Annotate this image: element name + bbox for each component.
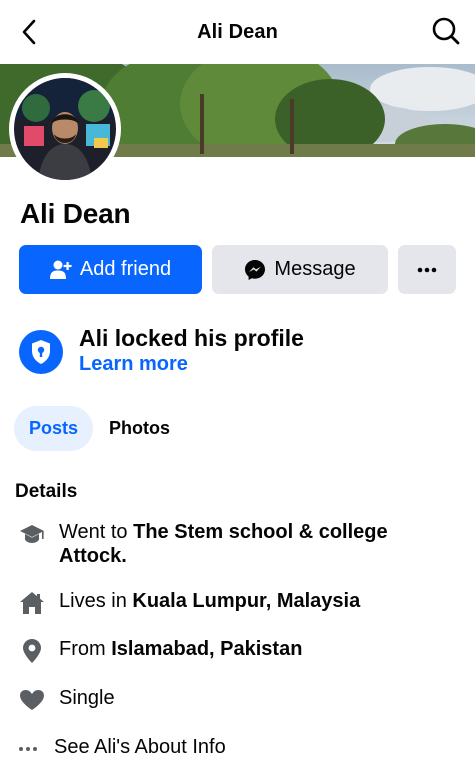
from-prefix: From: [59, 638, 112, 660]
detail-from: From Islamabad, Pakistan: [18, 637, 458, 665]
details-heading: Details: [15, 481, 78, 502]
add-person-icon: [49, 260, 72, 280]
search-button[interactable]: [429, 14, 463, 48]
tab-posts[interactable]: Posts: [14, 406, 94, 451]
message-label: Message: [274, 258, 356, 280]
detail-lives-in: Lives in Kuala Lumpur, Malaysia: [18, 589, 458, 617]
home-icon: [18, 589, 46, 617]
learn-more-link[interactable]: Learn more: [79, 353, 188, 376]
message-button[interactable]: Message: [212, 245, 388, 294]
profile-name: Ali Dean: [20, 198, 131, 229]
tab-photos[interactable]: Photos: [103, 406, 176, 451]
detail-education: Went to The Stem school & college Attock…: [18, 520, 458, 568]
profile-avatar[interactable]: [9, 73, 121, 185]
location-pin-icon: [18, 637, 46, 665]
locked-profile-notice: Ali locked his profile Learn more: [19, 325, 459, 385]
education-prefix: Went to: [59, 521, 134, 543]
add-friend-label: Add friend: [79, 258, 172, 280]
see-about-info-link[interactable]: See Ali's About Info: [16, 735, 456, 763]
add-friend-button[interactable]: Add friend: [19, 245, 202, 294]
top-bar: Ali Dean: [0, 0, 475, 64]
page-title: Ali Dean: [197, 20, 278, 43]
from-city[interactable]: Islamabad, Pakistan: [111, 638, 302, 660]
shield-lock-icon: [19, 330, 63, 374]
messenger-icon: [244, 259, 266, 281]
more-dots-icon: [417, 267, 437, 272]
more-dots-icon: [16, 735, 40, 763]
locked-profile-title: Ali locked his profile: [79, 325, 304, 351]
chevron-left-icon: [22, 19, 36, 45]
relationship-status: Single: [59, 687, 115, 709]
profile-tabs: Posts Photos: [14, 406, 176, 451]
heart-icon: [18, 686, 46, 714]
more-options-button[interactable]: [398, 245, 456, 294]
search-icon: [432, 17, 460, 45]
detail-relationship: Single: [18, 686, 458, 714]
lives-prefix: Lives in: [59, 590, 133, 612]
graduation-cap-icon: [18, 520, 46, 548]
lives-city[interactable]: Kuala Lumpur, Malaysia: [132, 590, 360, 612]
see-about-info-label: See Ali's About Info: [54, 736, 226, 758]
back-button[interactable]: [14, 16, 44, 48]
